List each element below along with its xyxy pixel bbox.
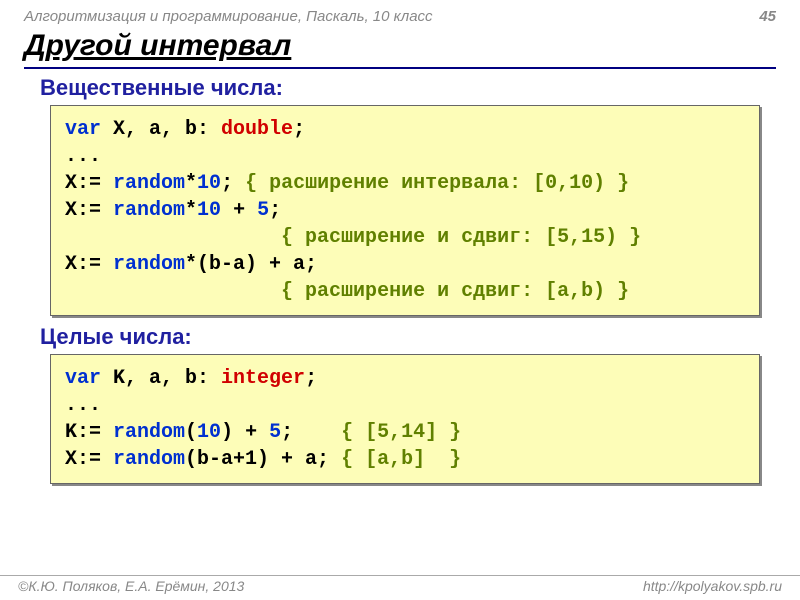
code-token: (b-a+1) + a; — [185, 448, 341, 471]
code-token: 5 — [269, 421, 281, 444]
code-token: ; — [293, 118, 305, 141]
code-token: random — [113, 253, 185, 276]
code-token: ; — [305, 367, 317, 390]
code-comment: { расширение и сдвиг: [5,15) } — [281, 226, 641, 249]
code-block-real: var X, a, b: double; ... X:= random*10; … — [50, 105, 760, 316]
code-token — [65, 280, 281, 303]
code-comment: { расширение и сдвиг: [a,b) } — [281, 280, 629, 303]
code-token: ... — [65, 394, 101, 417]
code-token: X:= — [65, 199, 113, 222]
code-token: * — [185, 199, 197, 222]
code-token: X:= — [65, 448, 113, 471]
page-number: 45 — [759, 8, 776, 25]
code-token — [65, 226, 281, 249]
code-token: ; — [221, 172, 245, 195]
slide-footer: ©К.Ю. Поляков, Е.А. Ерёмин, 2013 http://… — [0, 575, 800, 594]
code-token: random — [113, 172, 185, 195]
code-token: X:= — [65, 253, 113, 276]
slide-header: Алгоритмизация и программирование, Паска… — [0, 0, 800, 27]
code-token: ; — [269, 199, 281, 222]
footer-copyright: ©К.Ю. Поляков, Е.А. Ерёмин, 2013 — [18, 578, 244, 594]
code-token: random — [113, 199, 185, 222]
code-token: 10 — [197, 172, 221, 195]
code-token: var — [65, 367, 101, 390]
code-token: ; — [281, 421, 341, 444]
code-token: random — [113, 421, 185, 444]
code-token: *(b-a) + a; — [185, 253, 317, 276]
course-name: Алгоритмизация и программирование, Паска… — [24, 8, 433, 25]
code-comment: { [a,b] } — [341, 448, 461, 471]
code-token: 5 — [257, 199, 269, 222]
slide-title: Другой интервал — [24, 29, 776, 69]
code-token: X:= — [65, 172, 113, 195]
code-token: ) + — [221, 421, 269, 444]
code-token: random — [113, 448, 185, 471]
section-heading-real: Вещественные числа: — [40, 75, 800, 101]
code-block-int: var K, a, b: integer; ... K:= random(10)… — [50, 354, 760, 484]
code-token: * — [185, 172, 197, 195]
section-heading-int: Целые числа: — [40, 324, 800, 350]
code-comment: { [5,14] } — [341, 421, 461, 444]
code-token: 10 — [197, 421, 221, 444]
code-token: ( — [185, 421, 197, 444]
code-token: X, a, b: — [101, 118, 221, 141]
code-token: K, a, b: — [101, 367, 221, 390]
code-comment: { расширение интервала: [0,10) } — [245, 172, 629, 195]
code-token: integer — [221, 367, 305, 390]
code-token: ... — [65, 145, 101, 168]
code-token: + — [221, 199, 257, 222]
code-token: K:= — [65, 421, 113, 444]
code-token: double — [221, 118, 293, 141]
footer-url: http://kpolyakov.spb.ru — [643, 578, 782, 594]
code-token: var — [65, 118, 101, 141]
code-token: 10 — [197, 199, 221, 222]
